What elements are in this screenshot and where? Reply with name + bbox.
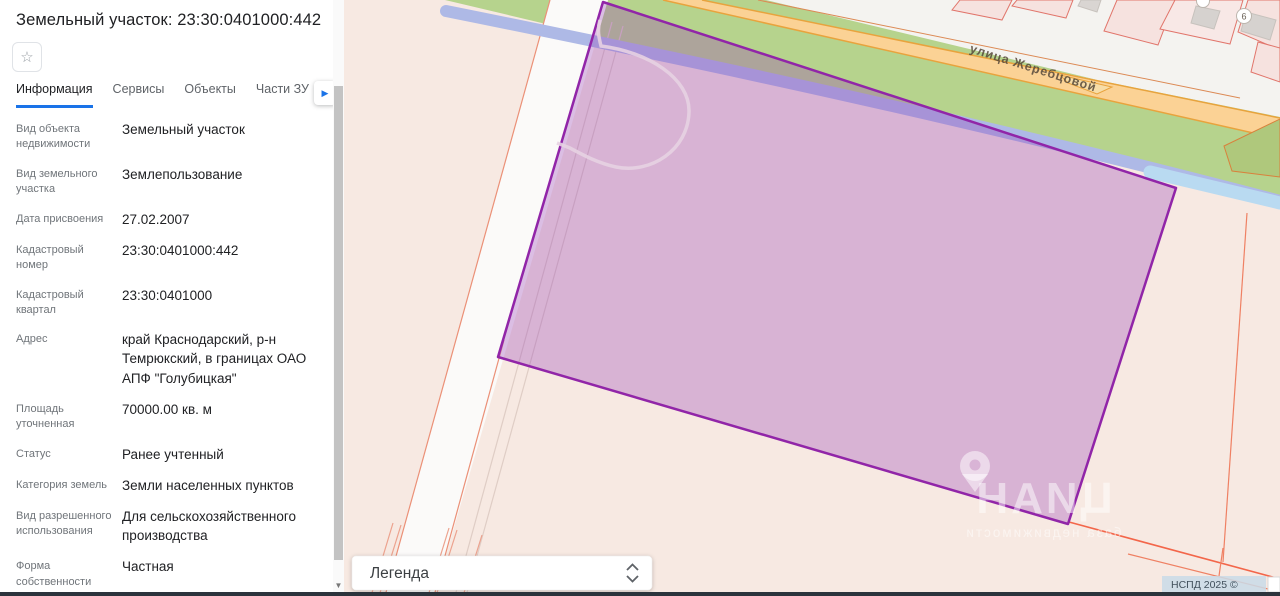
field-label: Площадь уточненная (16, 402, 75, 431)
window-bottom-edge (0, 592, 1280, 596)
tab-information[interactable]: Информация (16, 82, 93, 108)
tab-services[interactable]: Сервисы (113, 82, 165, 108)
watermark-subtitle: база недвижимости (964, 525, 1121, 540)
map-canvas[interactable]: 6 улица Жеребцовой ЦИАН база недвижимост… (344, 0, 1280, 596)
scrollbar-down-arrow-icon[interactable]: ▼ (333, 581, 344, 590)
map-control-partial[interactable] (1267, 576, 1280, 593)
field-value: Землепользование (122, 166, 243, 182)
field-label: Кадастровый номер (16, 243, 84, 272)
field-value: Для сельскохозяйственного производства (122, 508, 296, 543)
field-label: Адрес (16, 333, 48, 346)
chevron-right-icon: ▶ (321, 87, 329, 98)
field-row: Кадастровый квартал 23:30:0401000 (16, 286, 319, 319)
field-label: Категория земель (16, 478, 107, 491)
field-label: Форма собственности (16, 560, 92, 588)
page-title: Земельный участок: 23:30:0401000:442 (16, 11, 322, 29)
field-row: Форма собственности Частная (16, 557, 319, 590)
field-label: Вид объекта недвижимости (16, 123, 91, 151)
field-row: Категория земель Земли населенных пункто… (16, 476, 319, 495)
attribution-label: НСПД 2025 © (1171, 579, 1238, 591)
legend-label: Легенда (370, 565, 429, 582)
field-value: 23:30:0401000 (122, 287, 213, 303)
tab-objects[interactable]: Объекты (184, 82, 236, 108)
field-row: Площадь уточненная 70000.00 кв. м (16, 400, 319, 433)
field-row: Вид разрешенного использования Для сельс… (16, 507, 319, 545)
favorite-button[interactable]: ☆ (12, 42, 42, 72)
field-value: 23:30:0401000:442 (122, 242, 239, 258)
field-value: край Краснодарский, р-н Темрюкский, в гр… (122, 332, 307, 386)
field-row: Дата присвоения 27.02.2007 (16, 210, 319, 229)
panel-scrollbar[interactable]: ▼ (333, 0, 344, 596)
field-row: Вид земельного участка Землепользование (16, 165, 319, 198)
field-row: Статус Ранее учтенный (16, 445, 319, 464)
field-label: Статус (16, 447, 51, 460)
tab-parcel-parts[interactable]: Части ЗУ (256, 82, 309, 108)
tab-bar: Информация Сервисы Объекты Части ЗУ Сост… (16, 82, 333, 108)
field-value: Земельный участок (122, 122, 245, 137)
field-value: 70000.00 кв. м (122, 401, 212, 417)
field-value: Частная (122, 559, 174, 575)
attribute-list: Вид объекта недвижимости Земельный участ… (16, 120, 319, 596)
watermark-title: ЦИАН (973, 474, 1112, 523)
house-number-label: 6 (1241, 12, 1246, 22)
map-attribution: НСПД 2025 © (1162, 576, 1280, 593)
field-value: Земли населенных пунктов (122, 477, 294, 493)
parcel-info-panel: Земельный участок: 23:30:0401000:442 ☆ И… (0, 0, 336, 596)
field-row: Вид объекта недвижимости Земельный участ… (16, 120, 319, 153)
field-label: Кадастровый квартал (16, 288, 84, 316)
star-icon: ☆ (20, 49, 34, 66)
field-value: 27.02.2007 (122, 211, 190, 227)
field-label: Вид земельного участка (16, 167, 98, 196)
field-row: Кадастровый номер 23:30:0401000:442 (16, 241, 319, 274)
app-window: Земельный участок: 23:30:0401000:442 ☆ И… (0, 0, 1280, 596)
field-label: Дата присвоения (16, 212, 104, 225)
field-value: Ранее учтенный (122, 446, 224, 462)
scrollbar-thumb[interactable] (334, 86, 343, 560)
field-row: Адрес край Краснодарский, р-н Темрюкский… (16, 330, 319, 387)
legend-bar[interactable]: Легенда (351, 555, 653, 591)
field-label: Вид разрешенного использования (16, 509, 112, 538)
